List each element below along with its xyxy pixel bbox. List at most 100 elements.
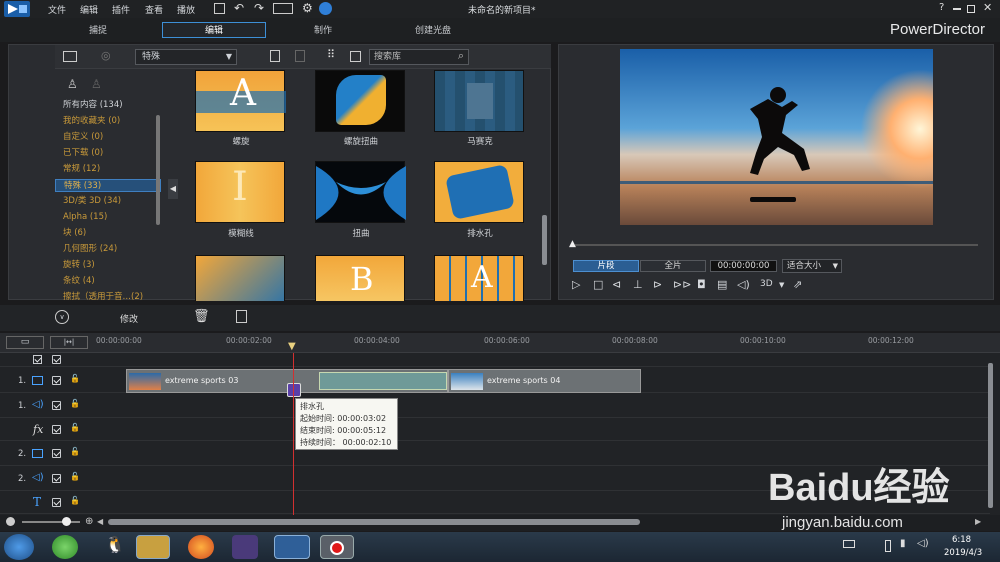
toggle-all-icon[interactable]: [33, 355, 42, 364]
horizontal-scrollbar[interactable]: [108, 519, 640, 525]
thumb-row3-b[interactable]: B: [315, 255, 405, 301]
video-editor-icon[interactable]: [232, 535, 258, 559]
battery-tray-icon[interactable]: [885, 540, 891, 552]
menu-plugins[interactable]: 插件: [112, 3, 130, 16]
clip-mode-button[interactable]: 片段: [573, 260, 639, 272]
clock-date[interactable]: 2019/4/3: [944, 548, 982, 558]
tab-create-disc[interactable]: 创建光盘: [393, 22, 473, 38]
thumb-row3-a[interactable]: [195, 255, 285, 301]
screen-recorder-icon[interactable]: [320, 535, 354, 559]
split-marker-icon[interactable]: ⊥: [633, 278, 643, 291]
timeline-ruler[interactable]: ▭ |↔| 00:00:00:00 00:00:02:00 00:00:04:0…: [0, 333, 1000, 353]
transition-overlap[interactable]: [319, 372, 447, 390]
lock-icon[interactable]: 🔓: [70, 374, 80, 383]
category-item[interactable]: 块 (6): [55, 227, 161, 240]
lock-icon[interactable]: 🔓: [70, 423, 80, 432]
undo-icon[interactable]: ↶: [234, 1, 244, 15]
network-tray-icon[interactable]: ▮: [900, 538, 906, 549]
library-search-input[interactable]: 搜索库 ⌕: [369, 49, 469, 65]
redo-icon[interactable]: ↷: [254, 1, 264, 15]
category-item[interactable]: 条纹 (4): [55, 275, 161, 288]
aspect-ratio-icon[interactable]: [273, 3, 293, 14]
new-tag-icon[interactable]: [270, 50, 280, 62]
next-frame-icon[interactable]: ⊳: [653, 278, 662, 291]
video-clip-2[interactable]: extreme sports 04: [448, 369, 641, 393]
scrubber-handle-icon[interactable]: ▲: [569, 239, 576, 249]
tab-produce[interactable]: 制作: [283, 22, 363, 38]
clip-list-icon[interactable]: [236, 310, 247, 323]
timecode-display[interactable]: 00:00:00:00: [710, 260, 777, 272]
category-item[interactable]: 我的收藏夹 (0): [55, 115, 161, 128]
thumb-drain[interactable]: [434, 161, 524, 223]
file-explorer-icon[interactable]: [136, 535, 170, 559]
chevron-down-icon[interactable]: ▼: [779, 281, 784, 289]
movie-mode-button[interactable]: 全片: [640, 260, 706, 272]
preview-scrubber[interactable]: [575, 244, 978, 246]
volume-icon[interactable]: ◁): [737, 278, 750, 291]
globe-icon[interactable]: ◎: [101, 49, 111, 62]
category-item[interactable]: 几何图形 (24): [55, 243, 161, 256]
restore-icon[interactable]: [967, 5, 975, 13]
undock-preview-icon[interactable]: ⇗: [793, 278, 802, 291]
minimize-icon[interactable]: [953, 8, 961, 10]
transition-marker-icon[interactable]: [287, 383, 301, 397]
volume-tray-icon[interactable]: ◁): [917, 538, 929, 549]
track-enable-checkbox[interactable]: [52, 498, 61, 507]
fast-forward-icon[interactable]: ⊳⊳: [673, 278, 691, 291]
thumbnail-size-icon[interactable]: [350, 51, 361, 62]
zoom-in-icon[interactable]: ⊕: [85, 516, 93, 527]
save-icon[interactable]: [214, 3, 225, 14]
category-item[interactable]: 已下载 (0): [55, 147, 161, 160]
track-enable-checkbox[interactable]: [52, 474, 61, 483]
thumb-spiral-twist[interactable]: [315, 70, 405, 132]
category-scrollbar[interactable]: [156, 115, 160, 225]
help-icon[interactable]: ?: [939, 2, 944, 13]
powerdirector-taskbar-icon[interactable]: [274, 535, 310, 559]
import-media-icon[interactable]: [63, 51, 77, 62]
lock-icon[interactable]: 🔓: [70, 496, 80, 505]
fit-timeline-icon[interactable]: |↔|: [50, 336, 88, 349]
thumb-spiral[interactable]: A: [195, 70, 286, 132]
track-enable-checkbox[interactable]: [52, 376, 61, 385]
snapshot-camera-icon[interactable]: ◘: [697, 278, 706, 291]
keyboard-tray-icon[interactable]: [843, 540, 855, 548]
tab-edit[interactable]: 编辑: [162, 22, 266, 38]
track-enable-checkbox[interactable]: [52, 425, 61, 434]
grid-scrollbar[interactable]: [542, 215, 547, 265]
category-item[interactable]: 3D/类 3D (34): [55, 195, 161, 208]
stop-icon[interactable]: □: [593, 278, 603, 291]
category-item[interactable]: 所有内容 (134): [55, 99, 161, 112]
track-manager-icon[interactable]: ▭: [6, 336, 44, 349]
lock-icon[interactable]: 🔓: [70, 399, 80, 408]
category-item[interactable]: Alpha (15): [55, 211, 161, 224]
delete-trash-icon[interactable]: 🗑: [193, 309, 210, 324]
category-dropdown[interactable]: 特殊 ▼: [135, 49, 237, 65]
tab-capture[interactable]: 捕捉: [58, 22, 138, 38]
menu-edit[interactable]: 编辑: [80, 3, 98, 16]
lock-icon[interactable]: 🔓: [70, 472, 80, 481]
collapse-panel-button[interactable]: ◀: [168, 179, 178, 199]
preview-video[interactable]: [620, 49, 933, 225]
thumb-blur-line[interactable]: I: [195, 161, 285, 223]
category-item-selected[interactable]: 特殊 (33): [55, 179, 161, 192]
tools-dropdown-icon[interactable]: ∨: [55, 310, 69, 324]
export-icon[interactable]: [295, 50, 305, 62]
menu-file[interactable]: 文件: [48, 3, 66, 16]
thumb-row3-c[interactable]: A: [434, 255, 524, 301]
category-item[interactable]: 擦拭（透用于音…(2): [55, 291, 161, 304]
modify-button[interactable]: 修改: [120, 312, 138, 325]
menu-view[interactable]: 查看: [145, 3, 163, 16]
menu-playback[interactable]: 播放: [177, 3, 195, 16]
previous-frame-icon[interactable]: ⊲: [612, 278, 621, 291]
category-item[interactable]: 常规 (12): [55, 163, 161, 176]
account-icon[interactable]: [319, 2, 332, 15]
track-enable-checkbox[interactable]: [52, 449, 61, 458]
thumb-mosaic[interactable]: [434, 70, 524, 132]
category-item[interactable]: 旋转 (3): [55, 259, 161, 272]
search-icon[interactable]: ⌕: [458, 49, 464, 63]
clock-time[interactable]: 6:18: [952, 535, 971, 545]
enable-all-checkbox[interactable]: [52, 355, 61, 364]
track-enable-checkbox[interactable]: [52, 401, 61, 410]
browser-360-icon[interactable]: [52, 535, 78, 559]
grid-view-icon[interactable]: ⠿: [327, 48, 335, 61]
